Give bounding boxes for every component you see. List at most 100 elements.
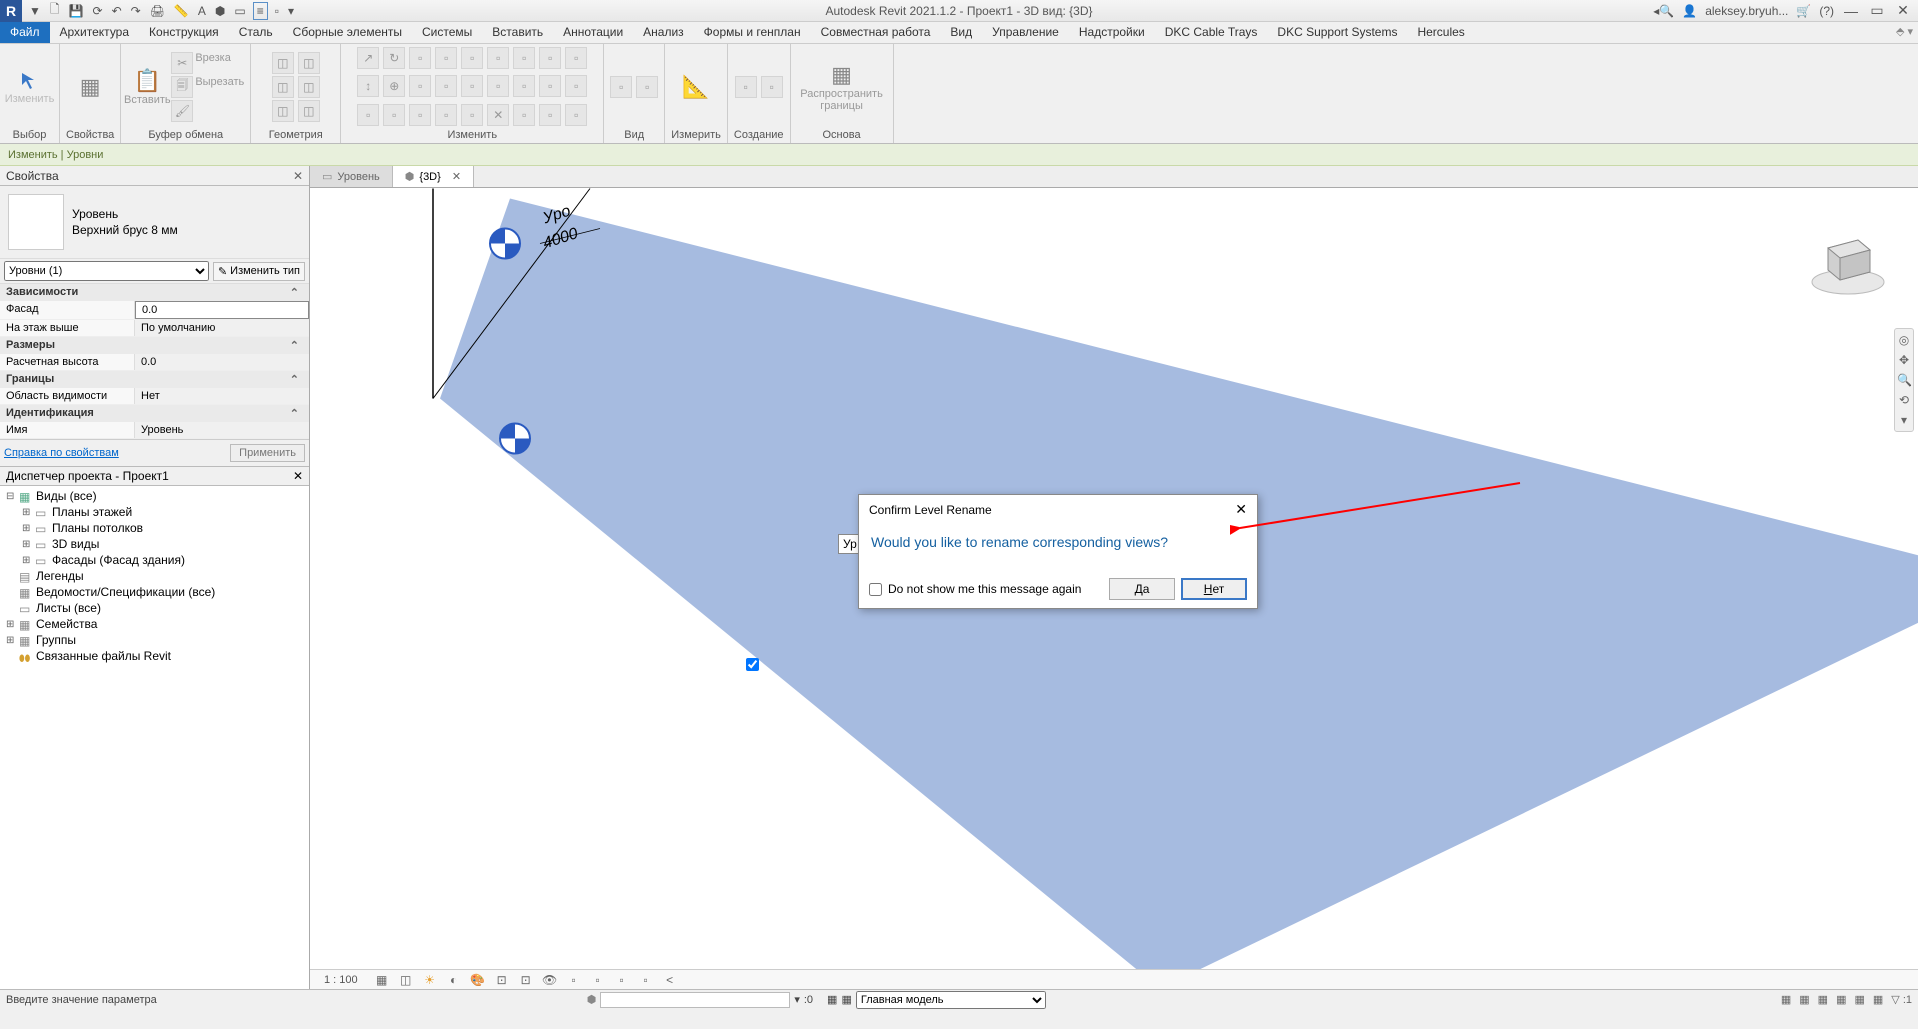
properties-close-icon[interactable]: ✕ <box>293 169 303 183</box>
qat-redo-icon[interactable]: ↷ <box>129 4 143 18</box>
user-icon[interactable]: 👤 <box>1682 4 1697 18</box>
cart-icon[interactable]: 🛒 <box>1796 4 1811 18</box>
3d-canvas[interactable]: Уро 4000 Ур ◎ <box>310 188 1918 989</box>
view-tab-level[interactable]: ▭Уровень <box>310 166 393 187</box>
propagate-button[interactable]: ▦Распространить границы <box>797 57 887 117</box>
modify-icon[interactable]: ▫ <box>357 104 379 126</box>
user-name[interactable]: aleksey.bryuh... <box>1705 4 1788 18</box>
pb-node-links[interactable]: Связанные файлы Revit <box>2 648 307 664</box>
tab-steel[interactable]: Сталь <box>229 22 283 43</box>
tab-view[interactable]: Вид <box>940 22 982 43</box>
ribbon-collapse-icon[interactable]: ⬘ ▾ <box>1891 22 1918 43</box>
vbar-icon[interactable]: ▫ <box>614 972 630 988</box>
qat-open-icon[interactable]: ▼ <box>27 4 43 18</box>
tab-addins[interactable]: Надстройки <box>1069 22 1155 43</box>
nav-look-icon[interactable]: ▾ <box>1897 411 1911 429</box>
vbar-icon[interactable]: ▫ <box>638 972 654 988</box>
modify-icon[interactable]: ▫ <box>565 47 587 69</box>
collapse-icon[interactable]: ⌃ <box>290 286 303 299</box>
qat-undo-icon[interactable]: ↶ <box>110 4 124 18</box>
level-visibility-checkbox[interactable] <box>746 658 759 671</box>
nav-pan-icon[interactable]: ✥ <box>1897 351 1911 369</box>
yes-button[interactable]: Да <box>1109 578 1175 600</box>
visual-style-icon[interactable]: ◫ <box>398 972 414 988</box>
tab-massing[interactable]: Формы и генплан <box>694 22 811 43</box>
prop-value[interactable]: 0.0 <box>135 354 309 370</box>
qat-new-icon[interactable]: 🗋 <box>48 0 62 21</box>
sb-icon[interactable]: ▦ <box>1854 993 1864 1006</box>
modify-icon[interactable]: ▫ <box>435 47 457 69</box>
modify-icon[interactable]: ▫ <box>383 104 405 126</box>
pb-node-schedules[interactable]: Ведомости/Спецификации (все) <box>2 584 307 600</box>
tab-architecture[interactable]: Архитектура <box>50 22 140 43</box>
sb-icon[interactable]: ▦ <box>841 993 851 1006</box>
unhide-icon[interactable]: 👁 <box>542 972 558 988</box>
view-cube[interactable] <box>1808 218 1888 298</box>
tab-dkc-support[interactable]: DKC Support Systems <box>1267 22 1407 43</box>
pb-node-3dviews[interactable]: ⊞3D виды <box>2 536 307 552</box>
create-icon[interactable]: ▫ <box>761 76 783 98</box>
type-selector[interactable]: Уровень Верхний брус 8 мм <box>0 186 309 259</box>
prop-value[interactable]: Нет <box>135 388 309 404</box>
pb-node-legends[interactable]: Легенды <box>2 568 307 584</box>
modify-icon[interactable]: ▫ <box>409 47 431 69</box>
sb-icon[interactable]: ▦ <box>1799 993 1809 1006</box>
instance-select[interactable]: Уровни (1) <box>4 261 209 281</box>
pb-node-families[interactable]: ⊞Семейства <box>2 616 307 632</box>
sb-icon[interactable]: ▾ <box>794 993 800 1006</box>
modify-icon[interactable]: ▫ <box>513 47 535 69</box>
tab-manage[interactable]: Управление <box>982 22 1069 43</box>
sb-icon[interactable]: ▦ <box>1781 993 1791 1006</box>
geom-icon-6[interactable]: ◫ <box>298 100 320 122</box>
cut-icon[interactable]: ✂ <box>171 52 193 74</box>
nav-wheel-icon[interactable]: ◎ <box>1897 331 1911 349</box>
tab-precast[interactable]: Сборные элементы <box>283 22 412 43</box>
dialog-close-icon[interactable]: ✕ <box>1235 501 1247 518</box>
pb-node-elevations[interactable]: ⊞Фасады (Фасад здания) <box>2 552 307 568</box>
sb-icon[interactable]: ⬢ <box>587 993 597 1006</box>
detail-level-icon[interactable]: ▦ <box>374 972 390 988</box>
pb-node-floorplans[interactable]: ⊞Планы этажей <box>2 504 307 520</box>
no-button[interactable]: Нет <box>1181 578 1247 600</box>
modify-icon[interactable]: ↻ <box>383 47 405 69</box>
qat-close-icon[interactable]: ▫ <box>273 4 281 18</box>
prop-value-input[interactable]: 0.0 <box>135 301 309 319</box>
modify-icon[interactable]: ▫ <box>435 75 457 97</box>
view-scale[interactable]: 1 : 100 <box>316 974 366 986</box>
measure-button[interactable]: 📐 <box>676 57 716 117</box>
sb-icon[interactable]: ▦ <box>1873 993 1883 1006</box>
qat-sync-icon[interactable]: ⟳ <box>91 4 105 18</box>
modify-icon[interactable]: ✕ <box>487 104 509 126</box>
tab-hercules[interactable]: Hercules <box>1407 22 1474 43</box>
sun-icon[interactable]: ☀ <box>422 972 438 988</box>
modify-icon[interactable]: ▫ <box>539 75 561 97</box>
filter-count[interactable]: ▽ :1 <box>1891 993 1912 1006</box>
maximize-icon[interactable]: ▭ <box>1868 2 1886 19</box>
search-icon[interactable]: ◂🔍 <box>1653 4 1674 18</box>
sb-icon[interactable]: ▦ <box>1818 993 1828 1006</box>
close-icon[interactable]: ✕ <box>1894 2 1912 19</box>
modify-icon[interactable]: ▫ <box>461 47 483 69</box>
crop-icon[interactable]: ⊡ <box>494 972 510 988</box>
sb-icon[interactable]: ▦ <box>1836 993 1846 1006</box>
match-icon[interactable]: 🖌 <box>171 100 193 122</box>
properties-button[interactable]: ▦ <box>70 57 110 117</box>
tab-annotate[interactable]: Аннотации <box>553 22 633 43</box>
tab-collaborate[interactable]: Совместная работа <box>811 22 941 43</box>
modify-icon[interactable]: ▫ <box>565 104 587 126</box>
nav-orbit-icon[interactable]: ⟲ <box>1897 391 1911 409</box>
tab-insert[interactable]: Вставить <box>482 22 553 43</box>
tab-dkc-cable[interactable]: DKC Cable Trays <box>1155 22 1268 43</box>
modify-icon[interactable]: ▫ <box>461 75 483 97</box>
create-icon[interactable]: ▫ <box>735 76 757 98</box>
vbar-icon[interactable]: < <box>662 972 678 988</box>
collapse-icon[interactable]: ⌃ <box>290 339 303 352</box>
collapse-icon[interactable]: ⌃ <box>290 373 303 386</box>
modify-icon[interactable]: ▫ <box>487 47 509 69</box>
modify-icon[interactable]: ▫ <box>461 104 483 126</box>
geom-icon-3[interactable]: ◫ <box>272 100 294 122</box>
pb-node-sheets[interactable]: Листы (все) <box>2 600 307 616</box>
modify-icon[interactable]: ▫ <box>487 75 509 97</box>
qat-print-icon[interactable]: 🖨 <box>148 4 167 18</box>
prop-value[interactable]: По умолчанию <box>135 320 309 336</box>
